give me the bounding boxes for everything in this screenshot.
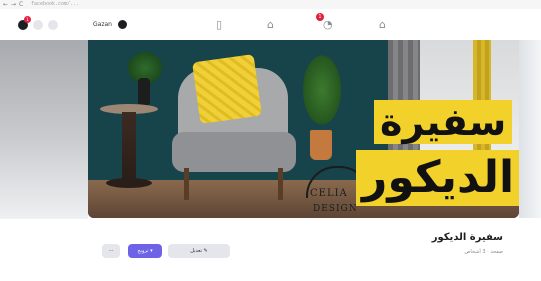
yellow-pillow bbox=[191, 53, 263, 125]
side-table-base bbox=[122, 112, 136, 182]
cover-title-bottom: الديكور bbox=[356, 150, 519, 206]
cover-photo[interactable]: CELIA DESIGN سفيرة الديكور bbox=[88, 40, 519, 218]
grid-menu-icon[interactable] bbox=[48, 20, 58, 30]
armchair-leg bbox=[184, 168, 189, 200]
profile-chip[interactable]: Gazan bbox=[89, 18, 129, 31]
notifications-nav-icon[interactable]: ◔ bbox=[323, 18, 333, 31]
potted-plant bbox=[300, 50, 344, 130]
notification-badge: 1 bbox=[24, 16, 31, 23]
side-table-foot bbox=[106, 178, 152, 188]
marketplace-icon[interactable]: ⌂ bbox=[267, 18, 274, 31]
logo-text-line2: DESIGN bbox=[313, 204, 358, 214]
reload-icon[interactable]: C bbox=[19, 1, 23, 8]
armchair-seat bbox=[172, 132, 296, 172]
cover-title-top: سفيرة bbox=[374, 100, 513, 144]
armchair-leg bbox=[278, 168, 283, 200]
logo-text-line1: CELIA bbox=[310, 188, 348, 199]
flag-icon[interactable]: ▯ bbox=[216, 18, 222, 31]
top-navigation-bar: 1 Gazan ▯ ⌂ ◔ 1 ⌂ bbox=[0, 9, 541, 40]
home-icon[interactable]: ⌂ bbox=[379, 18, 386, 31]
side-background bbox=[0, 40, 88, 219]
edit-button[interactable]: تعديل ✎ bbox=[168, 244, 230, 258]
promote-button[interactable]: ترويج ▾ bbox=[128, 244, 162, 258]
more-options-button[interactable]: ··· bbox=[102, 244, 120, 258]
vase bbox=[138, 78, 150, 106]
page-title: سفيرة الديكور bbox=[431, 232, 503, 243]
forward-icon[interactable]: → bbox=[11, 1, 16, 8]
avatar-icon bbox=[118, 20, 127, 29]
nav-notification-badge: 1 bbox=[316, 13, 324, 21]
side-background-right bbox=[519, 40, 541, 218]
url-text[interactable]: facebook.com/... bbox=[31, 1, 79, 8]
page-meta: صفحة · 3 أشخاص bbox=[464, 249, 503, 255]
back-icon[interactable]: ← bbox=[3, 1, 8, 8]
plant-pot bbox=[310, 130, 332, 160]
profile-name: Gazan bbox=[93, 21, 112, 28]
notifications-icon[interactable] bbox=[33, 20, 43, 30]
